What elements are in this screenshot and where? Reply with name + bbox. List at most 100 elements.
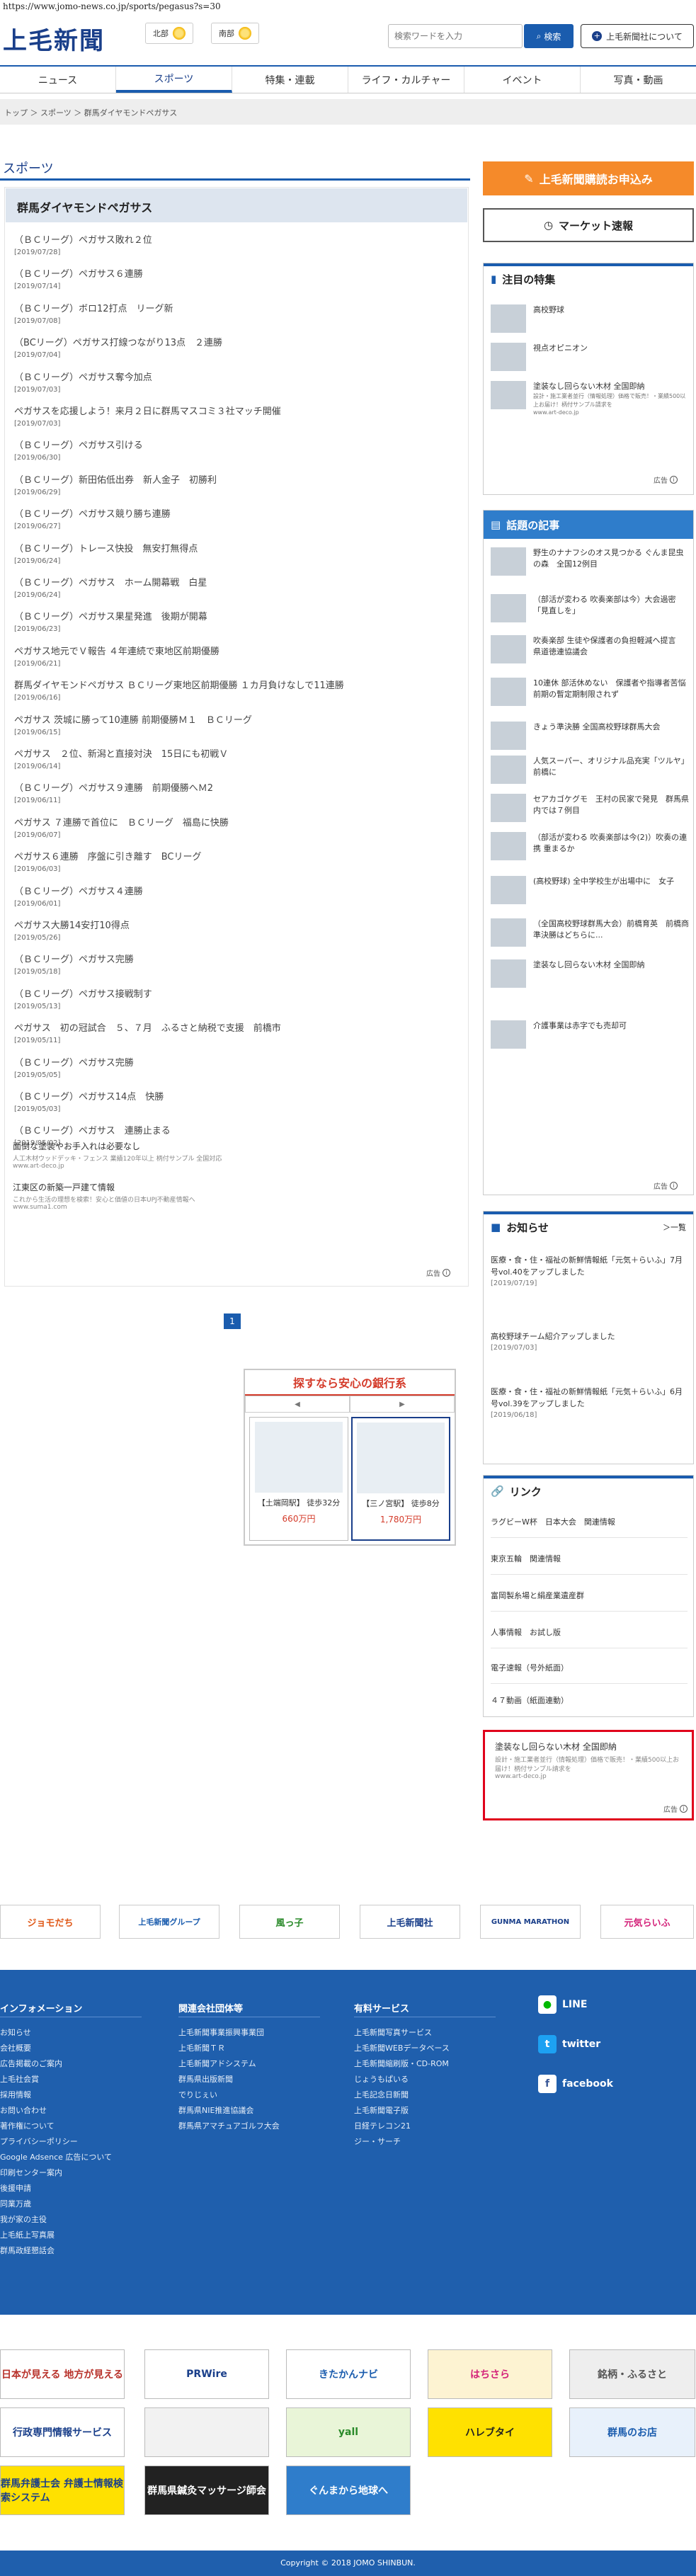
address-bar[interactable]: https://www.jomo-news.co.jp/sports/pegas… — [0, 0, 696, 13]
footer-link[interactable]: 著作権について — [0, 2120, 55, 2131]
article-title[interactable]: （ＢＣリーグ）ペガサス奪今加点 — [14, 370, 460, 383]
article-item[interactable]: ペガサス 初の冠試合 ５、７月 ふるさと納税で支援 前橋市 [2019/05/11… — [14, 1020, 460, 1044]
banner-genki[interactable]: 元気らいふ — [600, 1905, 694, 1939]
article-item[interactable]: 群馬ダイヤモンドペガサス ＢＣリーグ東地区前期優勝 １カ月負けなしで11連勝 [2… — [14, 678, 460, 702]
search-button[interactable]: ⌕ 検索 — [524, 24, 574, 48]
facebook-link[interactable]: f facebook — [538, 2075, 613, 2093]
partner-banner[interactable]: 行政専門情報サービス — [0, 2407, 125, 2457]
popular-item[interactable]: 人気スーパー、オリジナル品充実「ツルヤ」前橋に — [491, 756, 689, 784]
article-title[interactable]: ペガサス大勝14安打10得点 — [14, 918, 460, 931]
nav-features[interactable]: 特集・連載 — [232, 67, 348, 93]
popular-item[interactable]: （部活が変わる 吹奏楽部は今）大会過密「見直しを」 — [491, 594, 689, 622]
highlighted-ad[interactable]: 塗装なし回らない木材 全国即納 設計・施工業者並行（情報処理）価格で販売！・業績… — [483, 1730, 694, 1820]
footer-link[interactable]: 群馬県アマチュアゴルフ大会 — [178, 2120, 280, 2131]
popular-item[interactable]: （全国高校野球群馬大会）前橋育英 前橋商 準決勝はどちらに... — [491, 918, 696, 947]
featured-item[interactable]: 高校野球 — [491, 304, 689, 333]
article-title[interactable]: （ＢＣリーグ）ペガサス４連勝 — [14, 884, 460, 897]
footer-link[interactable]: 上毛新聞写真サービス — [354, 2027, 432, 2038]
footer-link[interactable]: でりじぇい — [178, 2089, 217, 2100]
article-item[interactable]: （ＢＣリーグ）ペガサス敗れ２位 [2019/07/28] — [14, 232, 460, 256]
article-title[interactable]: ペガサス６連勝 序盤に引き離す BCリーグ — [14, 849, 460, 862]
footer-link[interactable]: 上毛記念日新聞 — [354, 2089, 409, 2100]
ad-title[interactable]: 面倒な塗装やお手入れは必要なし — [13, 1140, 466, 1152]
article-title[interactable]: （ＢＣリーグ）トレース快投 無安打無得点 — [14, 541, 460, 554]
site-logo[interactable]: 上毛新聞 — [3, 21, 105, 56]
article-title[interactable]: （ＢＣリーグ）ペガサス敗れ２位 — [14, 232, 460, 246]
partner-banner[interactable]: ぐんまから地球へ — [286, 2466, 411, 2515]
partner-banner[interactable]: きたかんナビ — [286, 2349, 411, 2399]
article-title[interactable]: ペガサス ２位、新潟と直接対決 15日にも初戦Ｖ — [14, 746, 460, 760]
bank-ad[interactable]: 探すなら安心の銀行系 ◀ ▶ 【土端岡駅】 徒歩32分 660万円 【三ノ宮駅】… — [244, 1369, 456, 1546]
search-input[interactable] — [388, 24, 523, 48]
prev-arrow-icon[interactable]: ◀ — [245, 1396, 350, 1413]
nav-news[interactable]: ニュース — [0, 67, 116, 93]
nav-life-culture[interactable]: ライフ・カルチャー — [348, 67, 464, 93]
article-title[interactable]: 群馬ダイヤモンドペガサス ＢＣリーグ東地区前期優勝 １カ月負けなしで11連勝 — [14, 678, 460, 691]
nav-events[interactable]: イベント — [464, 67, 581, 93]
article-title[interactable]: （ＢＣリーグ）ボロ12打点 リーグ新 — [14, 301, 460, 314]
market-button[interactable]: ◷ マーケット速報 — [483, 208, 694, 242]
partner-banner[interactable]: ハレブタイ — [428, 2407, 552, 2457]
article-title[interactable]: ペガサス地元でＶ報告 ４年連続で東地区前期優勝 — [14, 644, 460, 657]
article-item[interactable]: （ＢＣリーグ）ボロ12打点 リーグ新 [2019/07/08] — [14, 301, 460, 325]
popular-item[interactable]: 塗装なし回らない木材 全国即納 — [491, 959, 689, 988]
article-title[interactable]: （BCリーグ）ペガサス打線つながり13点 ２連勝 — [14, 335, 460, 348]
footer-link[interactable]: お知らせ — [0, 2027, 31, 2038]
link-item[interactable]: 富岡製糸場と絹産業遺産群 — [491, 1580, 688, 1612]
article-item[interactable]: （BCリーグ）ペガサス打線つながり13点 ２連勝 [2019/07/04] — [14, 335, 460, 359]
ad-choices[interactable]: 広告 i — [654, 474, 678, 485]
partner-banner[interactable]: 日本が見える 地方が見える — [0, 2349, 125, 2399]
footer-link[interactable]: ジー・サーチ — [354, 2136, 401, 2147]
popular-item[interactable]: 野生のナナフシのオス見つかる ぐんま昆虫の森 全国12例目 — [491, 547, 689, 576]
article-title[interactable]: （ＢＣリーグ）ペガサス完勝 — [14, 952, 460, 965]
pagination-current[interactable]: 1 — [224, 1313, 241, 1329]
article-item[interactable]: （ＢＣリーグ）ペガサス完勝 [2019/05/18] — [14, 952, 460, 976]
article-item[interactable]: ペガサス 茨城に勝って10連勝 前期優勝Ｍ１ ＢＣリーグ [2019/06/15] — [14, 712, 460, 736]
footer-link[interactable]: 群馬県出版新聞 — [178, 2073, 233, 2085]
article-item[interactable]: ペガサス大勝14安打10得点 [2019/05/26] — [14, 918, 460, 942]
footer-link[interactable]: 同業万歳 — [0, 2198, 31, 2209]
footer-link[interactable]: 会社概要 — [0, 2042, 31, 2053]
banner-jomo[interactable]: 上毛新聞社 — [360, 1905, 460, 1939]
article-item[interactable]: （ＢＣリーグ）トレース快投 無安打無得点 [2019/06/24] — [14, 541, 460, 565]
ad-choices[interactable]: 広告 i — [654, 1180, 678, 1191]
article-title[interactable]: （ＢＣリーグ）ペガサス14点 快勝 — [14, 1089, 460, 1102]
article-title[interactable]: （ＢＣリーグ）ペガサス接戦制す — [14, 986, 460, 1000]
footer-link[interactable]: お問い合わせ — [0, 2104, 47, 2116]
footer-link[interactable]: 後援申請 — [0, 2182, 31, 2194]
footer-link[interactable]: 印刷センター案内 — [0, 2167, 62, 2178]
footer-link[interactable]: 採用情報 — [0, 2089, 31, 2100]
article-title[interactable]: （ＢＣリーグ）ペガサス６連勝 — [14, 266, 460, 280]
article-title[interactable]: （ＢＣリーグ）ペガサス ホーム開幕戦 白星 — [14, 575, 460, 588]
article-item[interactable]: ペガサスを応援しよう！来月２日に群馬マスコミ３社マッチ開催 [2019/07/03… — [14, 404, 460, 428]
footer-link[interactable]: 上毛新聞WEBデータベース — [354, 2042, 450, 2053]
article-title[interactable]: （ＢＣリーグ）ペガサス果星発進 後期が開幕 — [14, 609, 460, 622]
article-item[interactable]: ペガサス地元でＶ報告 ４年連続で東地区前期優勝 [2019/06/21] — [14, 644, 460, 668]
article-item[interactable]: （ＢＣリーグ）ペガサス引ける [2019/06/30] — [14, 438, 460, 462]
article-item[interactable]: （ＢＣリーグ）ペガサス完勝 [2019/05/05] — [14, 1055, 460, 1079]
article-title[interactable]: （ＢＣリーグ）新田佑低出券 新人金子 初勝利 — [14, 472, 460, 486]
footer-link[interactable]: 上毛新聞電子版 — [354, 2104, 409, 2116]
banner-group[interactable]: 上毛新聞グループ — [119, 1905, 219, 1939]
footer-link[interactable]: 広告掲載のご案内 — [0, 2058, 62, 2069]
article-item[interactable]: ペガサス ７連勝で首位に ＢＣリーグ 福島に快勝 [2019/06/07] — [14, 815, 460, 839]
text-ad[interactable]: 江東区の新築一戸建て情報 これから生活の理想を検索！安心と価値の日本UPJ不動産… — [13, 1181, 466, 1211]
property-card[interactable]: 【三ノ宮駅】 徒歩8分 1,780万円 — [351, 1417, 450, 1541]
partner-banner[interactable]: PRWire — [144, 2349, 269, 2399]
article-item[interactable]: （ＢＣリーグ）ペガサス14点 快勝 [2019/05/03] — [14, 1089, 460, 1113]
footer-link[interactable]: 群馬政経懇話会 — [0, 2245, 55, 2256]
popular-item[interactable]: （部活が変わる 吹奏楽部は今(2)）吹奏の連携 重まるか — [491, 832, 689, 860]
notice-item[interactable]: 高校野球チーム紹介アップしました [2019/07/03] — [491, 1330, 688, 1354]
footer-link[interactable]: 群馬県NIE推進協議会 — [178, 2104, 253, 2116]
featured-ad[interactable]: 塗装なし回らない木材 全国即納 設計・施工業者並行（情報処理）価格で販売！・業績… — [491, 381, 689, 417]
weather-north[interactable]: 北部 — [145, 23, 193, 44]
next-arrow-icon[interactable]: ▶ — [350, 1396, 455, 1413]
footer-link[interactable]: 上毛新聞事業振興事業団 — [178, 2027, 264, 2038]
partner-banner[interactable]: yall — [286, 2407, 411, 2457]
popular-item[interactable]: セアカゴケグモ 王村の民家で発見 群馬県内では７例目 — [491, 794, 689, 822]
article-item[interactable]: （ＢＣリーグ）ペガサス奪今加点 [2019/07/03] — [14, 370, 460, 394]
notice-item[interactable]: 医療・食・住・福祉の新鮮情報紙「元気＋らいふ」7月号vol.40をアップしました… — [491, 1254, 688, 1289]
article-item[interactable]: （ＢＣリーグ）ペガサス競り勝ち連勝 [2019/06/27] — [14, 506, 460, 530]
about-company-button[interactable]: + 上毛新聞社について — [581, 24, 694, 48]
partner-banner[interactable]: 銘柄・ふるさと — [569, 2349, 695, 2399]
